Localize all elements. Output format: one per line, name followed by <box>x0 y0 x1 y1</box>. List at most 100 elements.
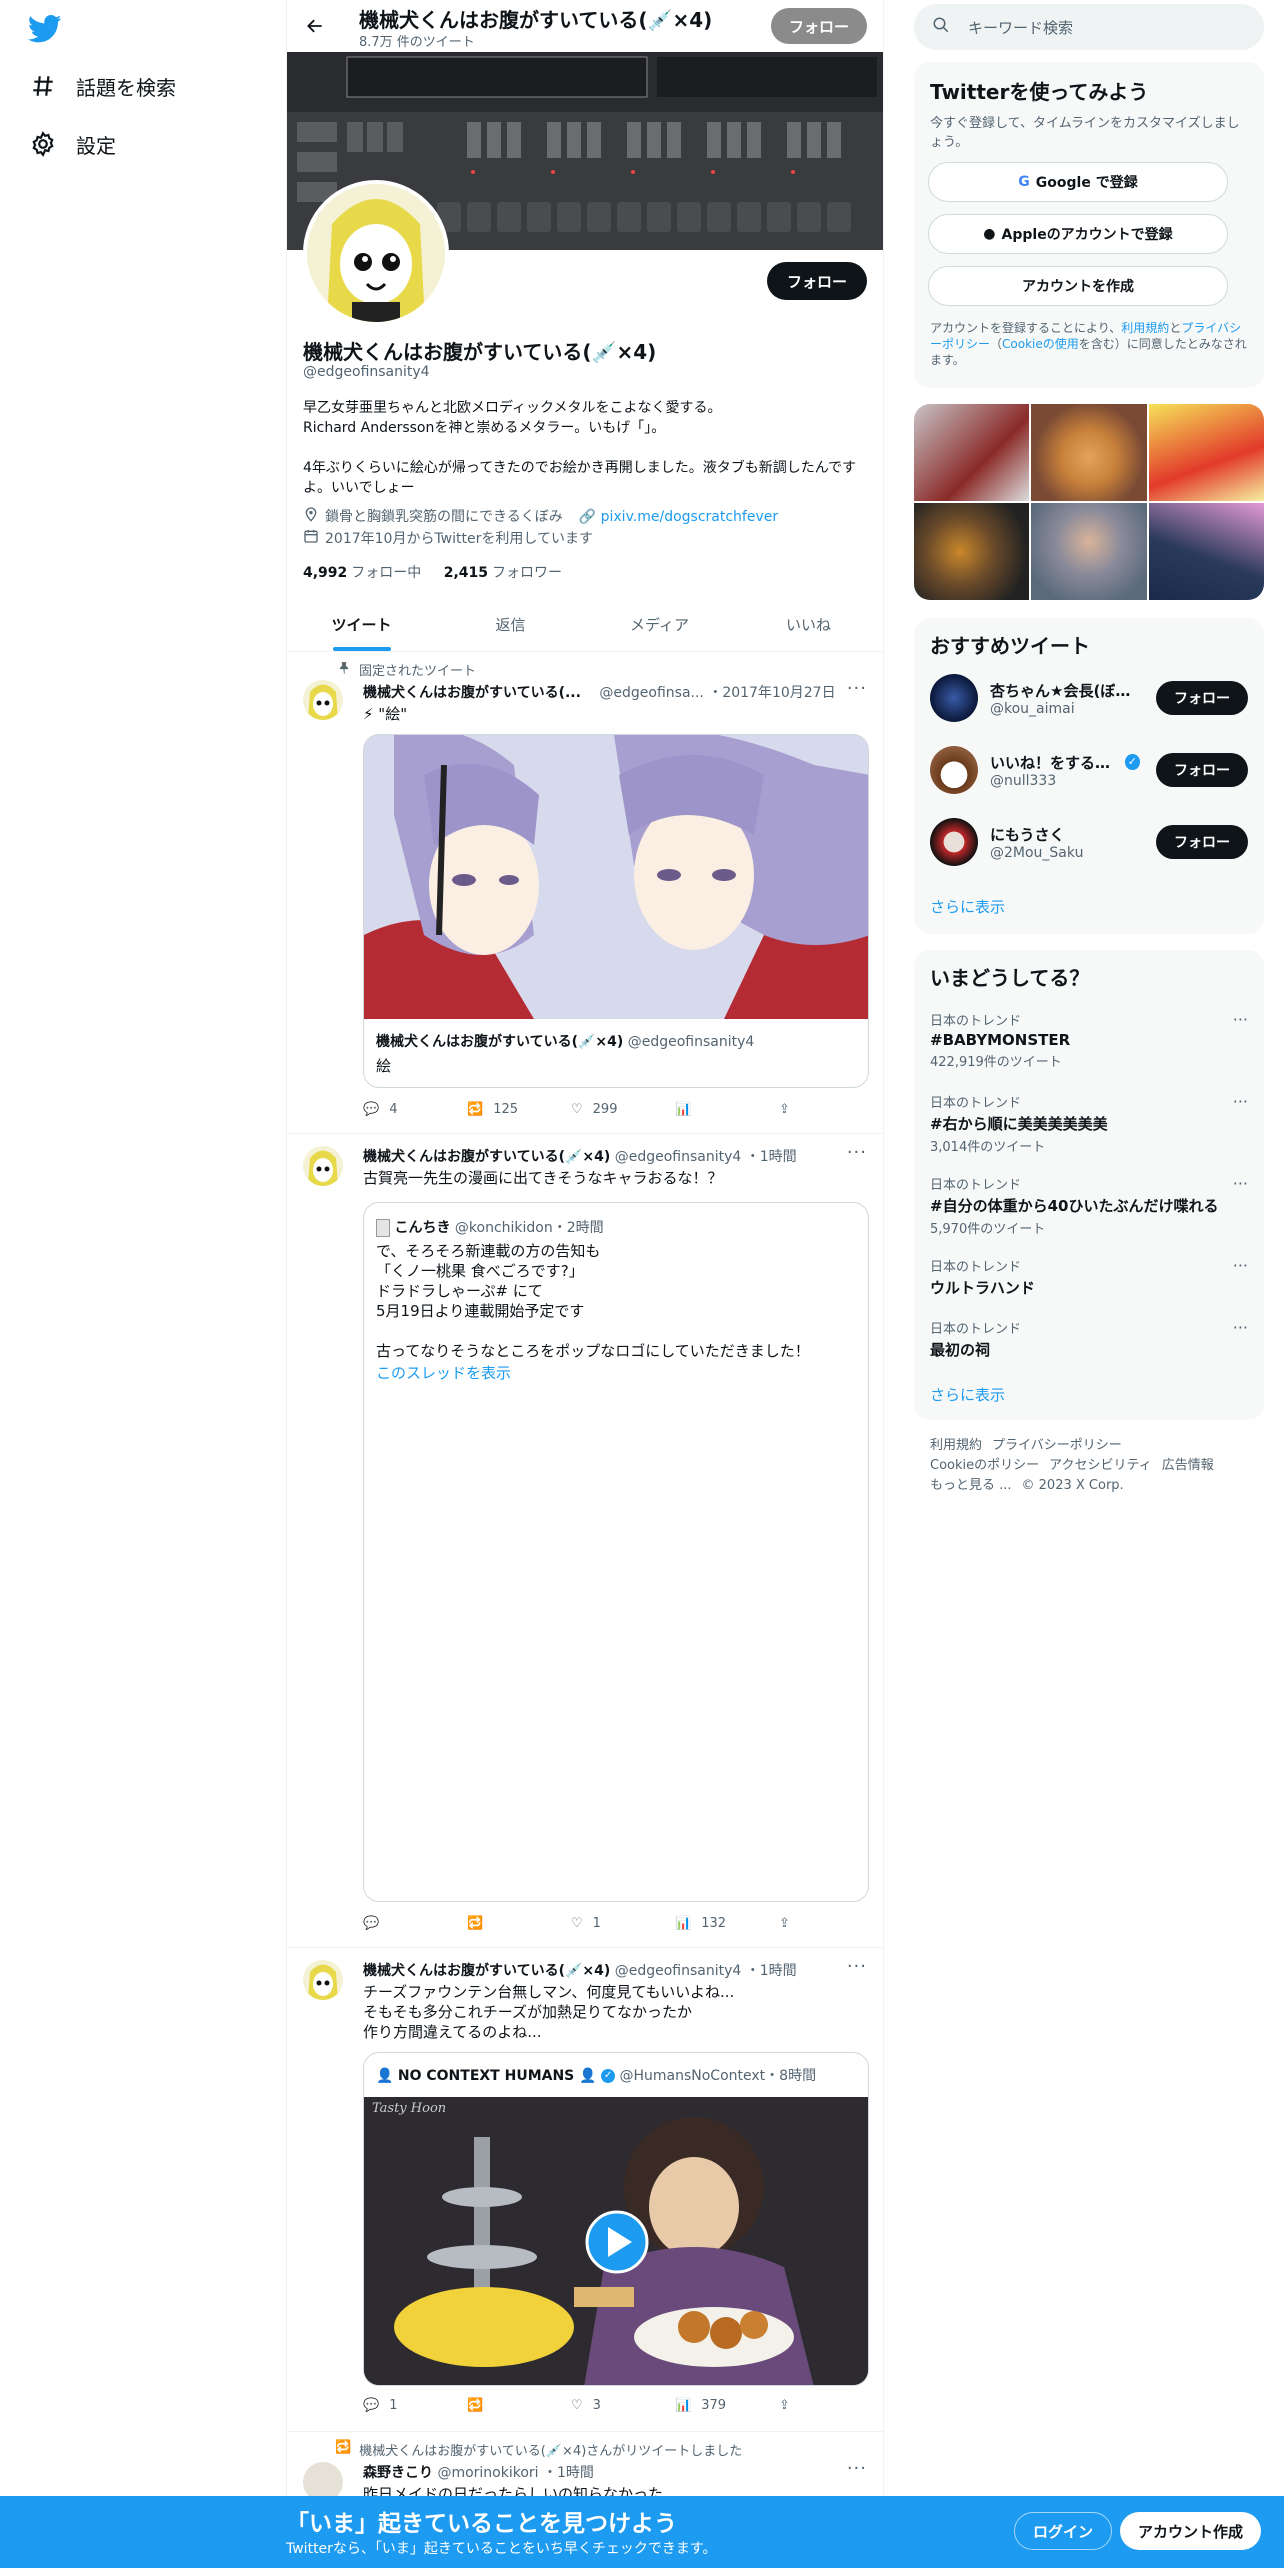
quoted-tweet-card[interactable]: 👤 NO CONTEXT HUMANS 👤 ✓ @HumansNoContext… <box>363 2052 869 2386</box>
reply-count: 1 <box>389 2398 398 2413</box>
tab-likes[interactable]: いいね <box>734 598 883 651</box>
tweet-item[interactable]: 機械犬くんはお腹がすいている(💉×4) @edgeofinsanity4 ・1時… <box>287 1948 883 2432</box>
share-button[interactable]: ⇪ <box>779 1102 799 1117</box>
reply-button[interactable]: 💬 4 <box>363 1102 423 1117</box>
more-options-icon[interactable]: ··· <box>1233 1092 1248 1111</box>
footer-link[interactable]: プライバシーポリシー <box>992 1438 1122 1453</box>
media-thumbnail[interactable] <box>1148 503 1264 600</box>
tweet-author-handle[interactable]: @edgeofinsanity4 <box>615 1963 742 1979</box>
share-button[interactable]: ⇪ <box>779 2398 799 2413</box>
trend-item[interactable]: 日本のトレンド #BABYMONSTER 422,919件のツイート ··· <box>930 1010 1248 1070</box>
tweet-avatar[interactable] <box>303 1960 343 2000</box>
following-link[interactable]: 4,992 フォロー中 <box>303 565 421 581</box>
terms-link[interactable]: 利用規約 <box>1121 321 1169 335</box>
footer-link[interactable]: 広告情報 <box>1162 1458 1214 1473</box>
nav-settings[interactable]: 設定 <box>28 124 116 164</box>
footer-link[interactable]: もっと見る ... <box>930 1478 1012 1493</box>
like-button[interactable]: ♡ 1 <box>571 1916 631 1931</box>
tweet-author-handle[interactable]: @edgeofinsa... <box>599 685 703 701</box>
quoted-video[interactable]: Tasty Hoon <box>364 2097 868 2385</box>
profile-avatar[interactable] <box>303 180 449 326</box>
tab-replies[interactable]: 返信 <box>436 598 585 651</box>
more-options-icon[interactable]: ··· <box>847 1142 867 1163</box>
footer-link[interactable]: アクセシビリティ <box>1049 1458 1152 1473</box>
follow-user-button[interactable]: フォロー <box>1156 681 1248 715</box>
recommended-user[interactable]: 杏ちゃん★会長(ぼつ... @kou_aimai フォロー <box>930 674 1248 722</box>
tweet-avatar[interactable] <box>303 680 343 720</box>
media-thumbnail[interactable] <box>1148 404 1264 501</box>
quoted-tweet-card[interactable]: こんちき @konchikidon・2時間 で、そろそろ新連載の方の告知も 「く… <box>363 1202 869 1902</box>
signup-button[interactable]: アカウント作成 <box>1120 2512 1262 2550</box>
more-options-icon[interactable]: ··· <box>847 1956 867 1977</box>
footer-link[interactable]: 利用規約 <box>930 1438 982 1453</box>
tweet-avatar[interactable] <box>303 1146 343 1186</box>
user-avatar[interactable] <box>930 746 978 794</box>
recommended-user[interactable]: いいね！をするパ... ✓ @null333 フォロー <box>930 746 1248 794</box>
tweet-author-name[interactable]: 森野きこり <box>363 2465 433 2481</box>
views-button[interactable]: 📊 132 <box>675 1916 735 1931</box>
trend-item[interactable]: 日本のトレンド 最初の祠 ··· <box>930 1318 1248 1360</box>
retweet-button[interactable]: 🔁 <box>467 1916 527 1931</box>
search-box[interactable]: キーワード検索 <box>914 4 1264 50</box>
google-signup-button[interactable]: G Google で登録 <box>928 162 1228 202</box>
trend-item[interactable]: 日本のトレンド #自分の体重から40ひいたぶんだけ喋れる 5,970件のツイート… <box>930 1174 1248 1237</box>
more-options-icon[interactable]: ··· <box>847 678 867 699</box>
tweet-author-name[interactable]: 機械犬くんはお腹がすいている(... <box>363 685 581 701</box>
quoted-tweet-card[interactable]: 機械犬くんはお腹がすいている(💉×4) @edgeofinsanity4 絵 <box>363 734 869 1088</box>
like-button[interactable]: ♡ 3 <box>571 2398 631 2413</box>
show-more-trends-link[interactable]: さらに表示 <box>930 1384 1005 1405</box>
follow-user-button[interactable]: フォロー <box>1156 753 1248 787</box>
retweet-button[interactable]: 🔁 <box>467 2398 527 2413</box>
login-button[interactable]: ログイン <box>1014 2512 1113 2550</box>
back-arrow-icon[interactable] <box>301 12 329 40</box>
follow-user-button[interactable]: フォロー <box>1156 825 1248 859</box>
views-button[interactable]: 📊 379 <box>675 2398 735 2413</box>
show-thread-link[interactable]: このスレッドを表示 <box>376 1363 856 1383</box>
user-avatar[interactable] <box>930 818 978 866</box>
retweet-button[interactable]: 🔁 125 <box>467 1102 527 1117</box>
follow-button[interactable]: フォロー <box>766 262 867 300</box>
tweet-author-name[interactable]: 機械犬くんはお腹がすいている(💉×4) <box>363 1149 610 1165</box>
recommended-user[interactable]: にもうさく @2Mou_Saku フォロー <box>930 818 1248 866</box>
trend-item[interactable]: 日本のトレンド ウルトラハンド ··· <box>930 1256 1248 1298</box>
tweet-time[interactable]: ・2017年10月27日 <box>708 685 835 701</box>
user-avatar[interactable] <box>930 674 978 722</box>
tweet-item[interactable]: 機械犬くんはお腹がすいている(💉×4) @edgeofinsanity4 ・1時… <box>287 1134 883 1948</box>
trend-item[interactable]: 日本のトレンド #右から順に美美美美美美 3,014件のツイート ··· <box>930 1092 1248 1155</box>
footer-link[interactable]: Cookieのポリシー <box>930 1458 1039 1473</box>
header-follow-button[interactable]: フォロー <box>770 8 867 44</box>
nav-explore[interactable]: 話題を検索 <box>28 66 176 106</box>
media-thumbnail[interactable] <box>1031 503 1147 600</box>
tweet-time[interactable]: ・1時間 <box>543 2465 594 2481</box>
media-thumbnail[interactable] <box>1031 404 1147 501</box>
media-thumbnail[interactable] <box>914 503 1030 600</box>
tweet-author-name[interactable]: 機械犬くんはお腹がすいている(💉×4) <box>363 1963 610 1979</box>
views-button[interactable]: 📊 <box>675 1102 735 1117</box>
cookie-link[interactable]: Cookieの使用 <box>1002 337 1079 351</box>
play-button-icon[interactable] <box>586 2211 648 2273</box>
profile-link[interactable]: 🔗 pixiv.me/dogscratchfever <box>579 507 778 527</box>
more-options-icon[interactable]: ··· <box>1233 1318 1248 1337</box>
reply-button[interactable]: 💬 1 <box>363 2398 423 2413</box>
apple-signup-button[interactable]: ● Appleのアカウントで登録 <box>928 214 1228 254</box>
more-options-icon[interactable]: ··· <box>1233 1010 1248 1029</box>
tweet-item[interactable]: 機械犬くんはお腹がすいている(... @edgeofinsa... ・2017年… <box>287 652 883 1134</box>
share-button[interactable]: ⇪ <box>779 1916 799 1931</box>
media-thumbnail[interactable] <box>914 404 1030 501</box>
more-options-icon[interactable]: ··· <box>1233 1174 1248 1193</box>
create-account-button[interactable]: アカウントを作成 <box>928 266 1228 306</box>
more-options-icon[interactable]: ··· <box>1233 1256 1248 1275</box>
followers-link[interactable]: 2,415 フォロワー <box>444 565 562 581</box>
tweet-time[interactable]: ・1時間 <box>746 1963 797 1979</box>
twitter-bird-icon[interactable] <box>28 14 62 44</box>
tab-media[interactable]: メディア <box>585 598 734 651</box>
reply-button[interactable]: 💬 <box>363 1916 423 1931</box>
more-options-icon[interactable]: ··· <box>847 2458 867 2479</box>
show-more-recommend-link[interactable]: さらに表示 <box>930 896 1005 917</box>
tweet-author-handle[interactable]: @morinokikori <box>437 2465 538 2481</box>
like-button[interactable]: ♡ 299 <box>571 1102 631 1117</box>
tweet-author-handle[interactable]: @edgeofinsanity4 <box>615 1149 742 1165</box>
tweet-time[interactable]: ・1時間 <box>746 1149 797 1165</box>
quoted-tweet-image[interactable] <box>364 735 868 1019</box>
tab-tweets[interactable]: ツイート <box>287 598 436 651</box>
